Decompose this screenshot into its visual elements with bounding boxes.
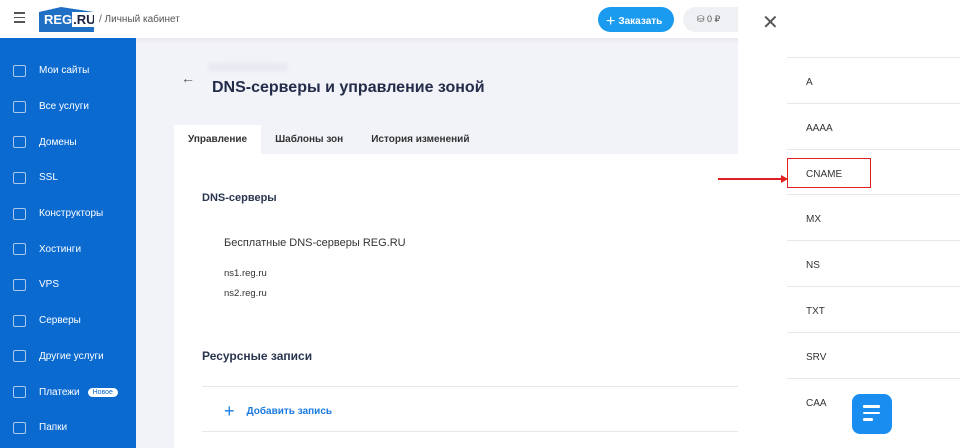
balance-value: 0 ₽: [707, 14, 721, 24]
sidebar-icon: [13, 350, 26, 363]
blurred-domain: [208, 63, 288, 71]
record-type-aaaa[interactable]: AAAA: [787, 102, 960, 149]
close-icon[interactable]: ✕: [762, 10, 779, 35]
sidebar-item-label: Мои сайты: [39, 65, 90, 77]
tabs: Управление Шаблоны зон История изменений: [174, 125, 483, 154]
sidebar-icon: [13, 207, 26, 220]
record-type-cname[interactable]: CNAME: [787, 148, 960, 195]
order-label: Заказать: [618, 16, 663, 27]
sidebar-item-label: Папки: [39, 422, 68, 434]
add-record-button[interactable]: + Добавить запись: [224, 401, 332, 422]
sidebar-item[interactable]: Папки: [0, 410, 136, 446]
tab-history[interactable]: История изменений: [357, 125, 483, 154]
plus-icon: +: [606, 13, 616, 30]
sidebar-item-label: Домены: [39, 136, 77, 148]
logo[interactable]: REG.RU: [39, 7, 94, 32]
sidebar-item[interactable]: Другие услуги: [0, 339, 136, 375]
dns-heading: DNS-серверы: [202, 192, 277, 204]
sidebar-item-label: Все услуги: [39, 101, 89, 113]
sidebar-icon: [13, 243, 26, 256]
record-type-txt[interactable]: TXT: [787, 286, 960, 332]
sidebar-item-label: Платежи: [39, 386, 80, 398]
sidebar-item[interactable]: VPS: [0, 267, 136, 303]
order-button[interactable]: + Заказать: [598, 7, 674, 32]
sidebar-item[interactable]: Серверы: [0, 303, 136, 339]
dns-type: Бесплатные DNS-серверы REG.RU: [224, 237, 406, 249]
add-record-label: Добавить запись: [246, 406, 333, 417]
sidebar-icon: [13, 136, 26, 149]
ns-2: ns2.reg.ru: [224, 288, 267, 299]
sidebar-item-label: Серверы: [39, 315, 81, 327]
sidebar-icon: [13, 421, 26, 434]
new-badge: Новое: [87, 387, 118, 397]
sidebar-icon: [13, 100, 26, 113]
coins-icon: ⛁: [697, 14, 708, 24]
menu-icon[interactable]: [14, 12, 25, 26]
sidebar-item-label: Конструкторы: [39, 208, 104, 220]
sidebar-item-label: VPS: [39, 279, 60, 291]
content-card: DNS-серверы Бесплатные DNS-серверы REG.R…: [174, 154, 738, 448]
record-type-srv[interactable]: SRV: [787, 331, 960, 378]
divider: [202, 431, 738, 432]
sidebar-item[interactable]: Все услуги: [0, 89, 136, 125]
ns-1: ns1.reg.ru: [224, 268, 267, 279]
page-title: DNS-серверы и управление зоной: [212, 79, 485, 96]
tab-manage[interactable]: Управление: [174, 125, 262, 154]
sidebar: Мои сайты Все услуги Домены SSL Конструкторы…: [0, 38, 136, 448]
sidebar-item[interactable]: Хостинги: [0, 231, 136, 267]
plus-icon: +: [224, 401, 235, 421]
record-type-mx[interactable]: MX: [787, 194, 960, 240]
sidebar-item-label: Хостинги: [39, 243, 82, 255]
sidebar-icon: [13, 386, 26, 399]
sidebar-item[interactable]: Платежи Новое: [0, 374, 136, 410]
tab-zone-templates[interactable]: Шаблоны зон: [261, 125, 357, 154]
records-heading: Ресурсные записи: [202, 349, 313, 363]
sidebar-icon: [13, 278, 26, 291]
back-arrow-icon[interactable]: ←: [181, 70, 195, 86]
chat-button[interactable]: [852, 394, 892, 434]
sidebar-item[interactable]: SSL: [0, 160, 136, 196]
breadcrumb[interactable]: / Личный кабинет: [99, 14, 180, 25]
sidebar-item[interactable]: Мои сайты: [0, 53, 136, 89]
record-type-panel: ✕ A AAAA CNAME MX NS TXT SRV CAA: [738, 0, 960, 448]
sidebar-icon: [13, 64, 26, 77]
sidebar-item[interactable]: Конструкторы: [0, 196, 136, 232]
sidebar-item-label: Другие услуги: [39, 350, 104, 362]
sidebar-item-label: SSL: [39, 172, 58, 184]
sidebar-icon: [13, 171, 26, 184]
divider: [202, 386, 738, 387]
annotation-arrow: [718, 175, 788, 182]
record-type-ns[interactable]: NS: [787, 240, 960, 286]
sidebar-icon: [13, 314, 26, 327]
record-type-a[interactable]: A: [787, 57, 960, 103]
sidebar-item[interactable]: Домены: [0, 124, 136, 160]
